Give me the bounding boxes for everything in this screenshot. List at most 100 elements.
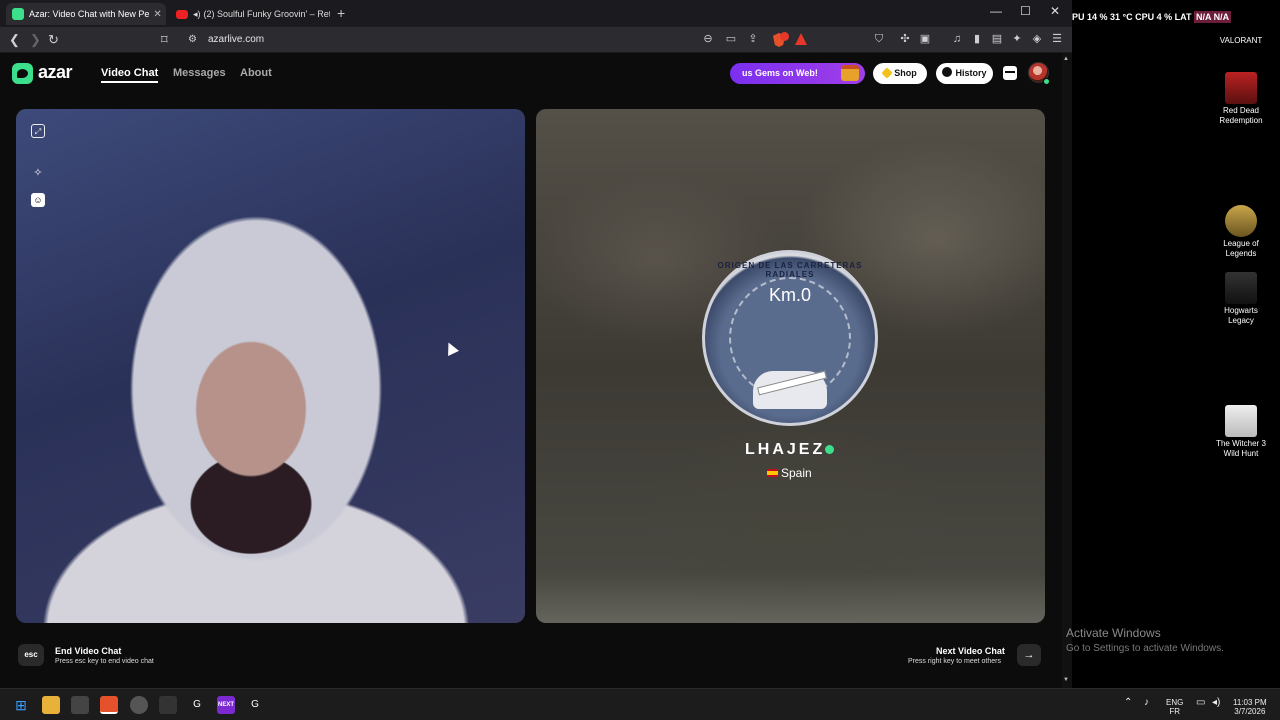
microphone-icon[interactable]: ♪ [1144,698,1149,708]
desktop-icon-league[interactable]: League of Legends [1214,205,1268,259]
hogwarts-legacy-icon [1225,272,1257,304]
notification-badge [780,32,789,41]
file-explorer-icon[interactable] [42,696,60,714]
desktop-icon-label: Hogwarts Legacy [1224,306,1258,325]
partner-profile-picture: ORIGEN DE LAS CARRETERAS RADIALES Km.0 [702,250,878,426]
close-icon[interactable]: ✕ [149,9,161,20]
extensions-icon[interactable]: ✣ [898,32,912,46]
verified-badge-icon [825,445,834,454]
nav-about[interactable]: About [240,67,272,79]
scroll-down-icon[interactable]: ▼ [1063,677,1069,683]
self-video-panel [16,109,525,623]
history-button[interactable]: History [936,63,993,84]
country-label: Spain [781,466,812,480]
bookmark-icon[interactable]: ⌑ [161,32,168,48]
app-icon[interactable] [159,696,177,714]
network-icon[interactable]: ▭ [1196,698,1205,708]
next-app-icon[interactable]: NEXT [217,696,235,714]
menu-icon[interactable]: ☰ [1050,32,1064,46]
desktop-icon-label: Red Dead Redemption [1219,106,1263,125]
tab-title: Azar: Video Chat with New Pe [29,9,150,19]
nav-video-chat[interactable]: Video Chat [101,67,159,83]
shop-button[interactable]: Shop [873,63,927,84]
forward-icon[interactable]: ❯ [30,32,41,48]
music-icon[interactable]: ♫ [950,32,964,46]
desktop-icon-label: VALORANT [1219,36,1263,45]
desktop-icon-label: The Witcher 3 Wild Hunt [1216,439,1266,458]
speaker-icon[interactable]: ◂) [193,9,201,20]
red-dead-icon [1225,72,1257,104]
overlay-latency: N/A N/A [1193,11,1232,23]
lang-sub-label: FR [1169,707,1180,716]
taskbar: ⊞ G NEXT G ⌃ ♪ ENG FR ▭ ◂) 11:03 PM 3/7/… [0,688,1280,720]
desktop-icon-witcher[interactable]: The Witcher 3 Wild Hunt [1214,405,1268,459]
azar-favicon-icon [12,8,24,20]
vpn-icon[interactable]: ◈ [1030,32,1044,46]
nav-messages[interactable]: Messages [173,67,226,79]
tab-youtube[interactable]: ◂) (2) Soulful Funky Groovin' – Retr [170,3,330,25]
youtube-favicon-icon [176,9,188,19]
site-info-icon[interactable]: ⚙ [188,34,197,45]
browser-window: Azar: Video Chat with New Pe ✕ ◂) (2) So… [0,0,1072,688]
treasure-chest-icon [841,65,859,81]
desktop-icon-label: League of Legends [1223,239,1259,258]
end-chat-hint: Press esc key to end video chat [55,658,154,665]
desktop-icon-valorant[interactable]: VALORANT [1214,36,1268,46]
site-logo[interactable]: azar [38,62,73,83]
sticker-icon[interactable]: ☺ [31,193,45,207]
sidebar-icon[interactable]: ▮ [970,32,984,46]
next-chat-button[interactable]: → [1017,644,1041,666]
time-label: 11:03 PM [1233,698,1267,707]
screenshot-icon[interactable]: ▣ [918,32,932,46]
leo-ai-icon[interactable]: ✦ [1010,32,1024,46]
spain-flag-icon [767,469,778,477]
page-scrollbar[interactable]: ▲ ▼ [1062,53,1072,688]
back-icon[interactable]: ❮ [9,32,20,48]
witcher-icon [1225,405,1257,437]
zoom-icon[interactable]: ⊖ [701,32,715,46]
tab-title: (2) Soulful Funky Groovin' – Retr [203,9,330,19]
magic-wand-icon[interactable]: ✧ [31,166,45,180]
date-label: 3/7/2026 [1234,707,1266,716]
steam-icon[interactable] [130,696,148,714]
wallet-icon[interactable]: ▤ [990,32,1004,46]
app-g-icon[interactable]: G [188,696,206,714]
maximize-button[interactable]: ☐ [1020,4,1031,18]
desktop-icon-hogwarts[interactable]: Hogwarts Legacy [1214,272,1268,326]
app-g2-icon[interactable]: G [246,696,264,714]
gems-label: us Gems on Web! [742,68,818,78]
brave-browser-icon[interactable] [100,696,118,714]
scroll-up-icon[interactable]: ▲ [1063,56,1069,62]
close-window-button[interactable]: ✕ [1050,4,1060,18]
windows-start-icon[interactable]: ⊞ [12,696,30,714]
gems-promo-button[interactable]: us Gems on Web! [730,63,865,84]
expand-icon[interactable]: ⤢ [31,124,45,138]
chevron-up-icon[interactable]: ⌃ [1124,698,1132,708]
url-text[interactable]: azarlive.com [208,34,264,45]
partner-country: Spain [767,466,812,480]
end-chat-button[interactable]: esc [18,644,44,666]
address-bar: ❮ ❯ ↻ ⌑ ⚙ azarlive.com ⊖ ▭ ⇪ ⛉ ✣ ▣ ♫ ▮ ▤… [0,27,1072,53]
activate-windows-sub: Go to Settings to activate Windows. [1066,643,1224,654]
site-header: azar Video Chat Messages About us Gems o… [0,53,1062,93]
minimize-button[interactable]: — [990,4,1002,18]
azar-logo-icon[interactable] [12,63,33,84]
share-icon[interactable]: ⇪ [746,32,760,46]
tab-azar[interactable]: Azar: Video Chat with New Pe ✕ [6,3,166,25]
overlay-stats-text: PU 14 % 31 °C CPU 4 % LAT [1072,12,1192,22]
end-chat-title: End Video Chat [55,646,122,656]
clock[interactable]: 11:03 PM 3/7/2026 [1233,698,1267,716]
cast-icon[interactable]: ▭ [724,32,738,46]
shield-icon[interactable]: ⛉ [872,32,886,46]
reload-icon[interactable]: ↻ [48,32,59,48]
clock-icon [942,67,953,77]
lang-label: ENG [1166,698,1184,707]
desktop-icon-red-dead[interactable]: Red Dead Redemption [1214,72,1268,126]
store-icon[interactable] [71,696,89,714]
shop-label: Shop [894,68,917,78]
inbox-icon[interactable] [1003,66,1017,80]
new-tab-button[interactable]: + [337,5,345,21]
volume-icon[interactable]: ◂) [1212,698,1220,708]
gem-icon [881,67,893,79]
language-indicator[interactable]: ENG FR [1166,698,1183,716]
